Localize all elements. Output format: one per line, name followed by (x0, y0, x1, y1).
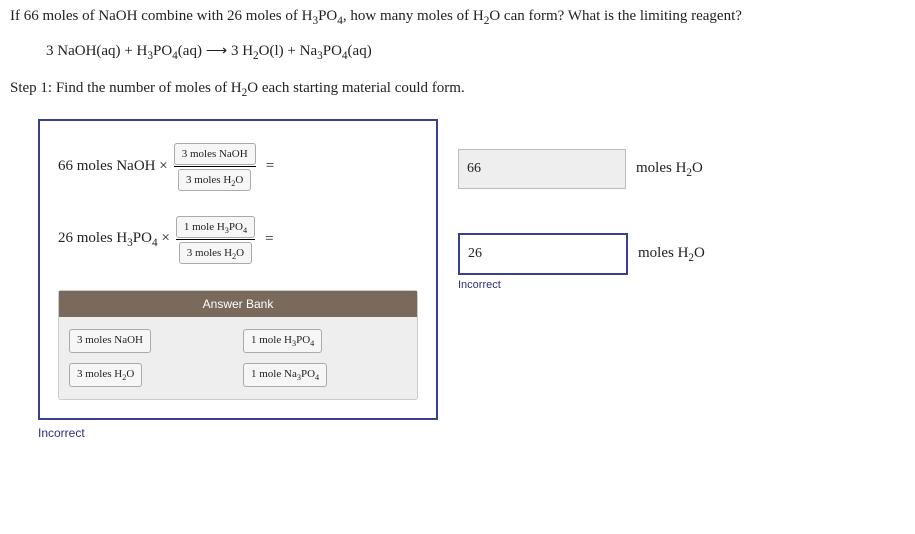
bank-item-1na3po4[interactable]: 1 mole Na3PO4 (243, 363, 327, 387)
work-area: 66 moles NaOH × 3 moles NaOH 3 moles H2O… (38, 119, 438, 420)
answer-row-naoh: 66 moles H2O (458, 149, 705, 189)
answer-h3po4-feedback: Incorrect (458, 279, 705, 291)
drop-slot-h3po4-top[interactable]: 1 mole H3PO4 (176, 216, 255, 238)
answer-input-h3po4[interactable]: 26 (458, 233, 628, 275)
answer-input-naoh[interactable]: 66 (458, 149, 626, 189)
equals-sign: = (266, 158, 274, 175)
drop-slot-naoh-bottom[interactable]: 3 moles H2O (178, 169, 251, 191)
drop-slot-h3po4-bottom[interactable]: 3 moles H2O (179, 242, 252, 264)
answer-unit-naoh: moles H2O (636, 160, 703, 179)
answer-row-h3po4: 26 moles H2O (458, 233, 705, 275)
answer-bank-header: Answer Bank (59, 291, 417, 317)
bank-item-3h2o[interactable]: 3 moles H2O (69, 363, 142, 387)
equals-sign: = (265, 231, 273, 248)
question-text: If 66 moles of NaOH combine with 26 mole… (10, 8, 905, 27)
answer-unit-h3po4: moles H2O (638, 245, 705, 264)
drop-slot-naoh-top[interactable]: 3 moles NaOH (174, 143, 256, 165)
calc-h3po4-label: 26 moles H3PO4 × (58, 230, 170, 249)
bank-item-3naoh[interactable]: 3 moles NaOH (69, 329, 151, 353)
calc-row-h3po4: 26 moles H3PO4 × 1 mole H3PO4 3 moles H2… (58, 216, 418, 263)
bank-item-1h3po4[interactable]: 1 mole H3PO4 (243, 329, 322, 353)
step-instruction: Step 1: Find the number of moles of H2O … (10, 80, 905, 99)
work-area-feedback: Incorrect (38, 426, 438, 440)
answer-bank: Answer Bank 3 moles NaOH 1 mole H3PO4 3 … (58, 290, 418, 400)
calc-row-naoh: 66 moles NaOH × 3 moles NaOH 3 moles H2O… (58, 143, 418, 190)
calc-naoh-label: 66 moles NaOH × (58, 158, 168, 175)
balanced-equation: 3 NaOH(aq) + H3PO4(aq) ⟶ 3 H2O(l) + Na3P… (46, 41, 905, 62)
